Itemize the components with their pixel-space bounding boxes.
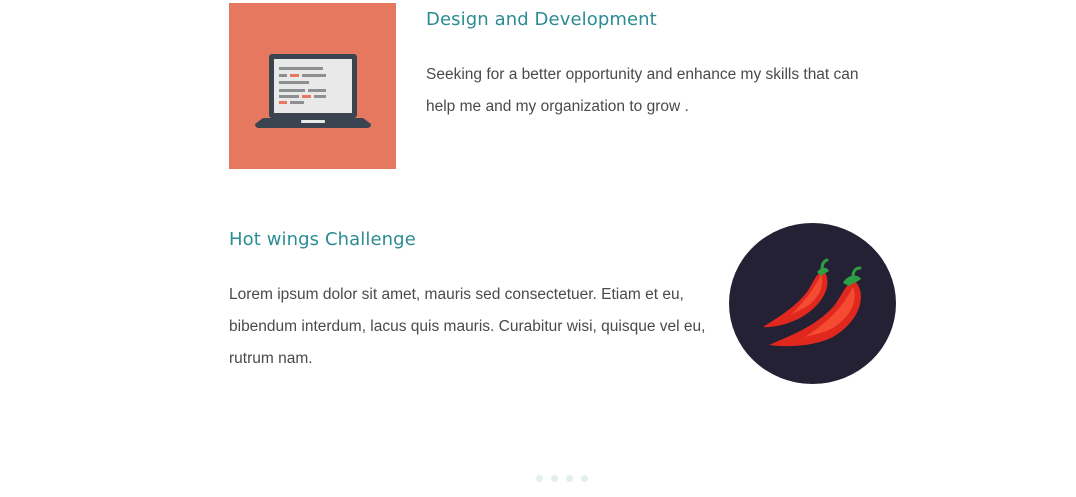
item-description: Lorem ipsum dolor sit amet, mauris sed c… xyxy=(229,286,706,367)
item-title: Hot wings Challenge xyxy=(229,229,416,250)
pager-dot[interactable] xyxy=(566,475,573,482)
item-description: Seeking for a better opportunity and enh… xyxy=(426,66,859,115)
chili-peppers-icon xyxy=(763,258,862,347)
item-title: Design and Development xyxy=(426,9,657,30)
pager-dot[interactable] xyxy=(536,475,543,482)
pager-dot[interactable] xyxy=(551,475,558,482)
carousel-pager xyxy=(536,475,588,482)
laptop-image xyxy=(229,3,396,169)
pager-dot[interactable] xyxy=(581,475,588,482)
laptop-icon xyxy=(255,54,371,128)
chili-image xyxy=(729,223,896,384)
